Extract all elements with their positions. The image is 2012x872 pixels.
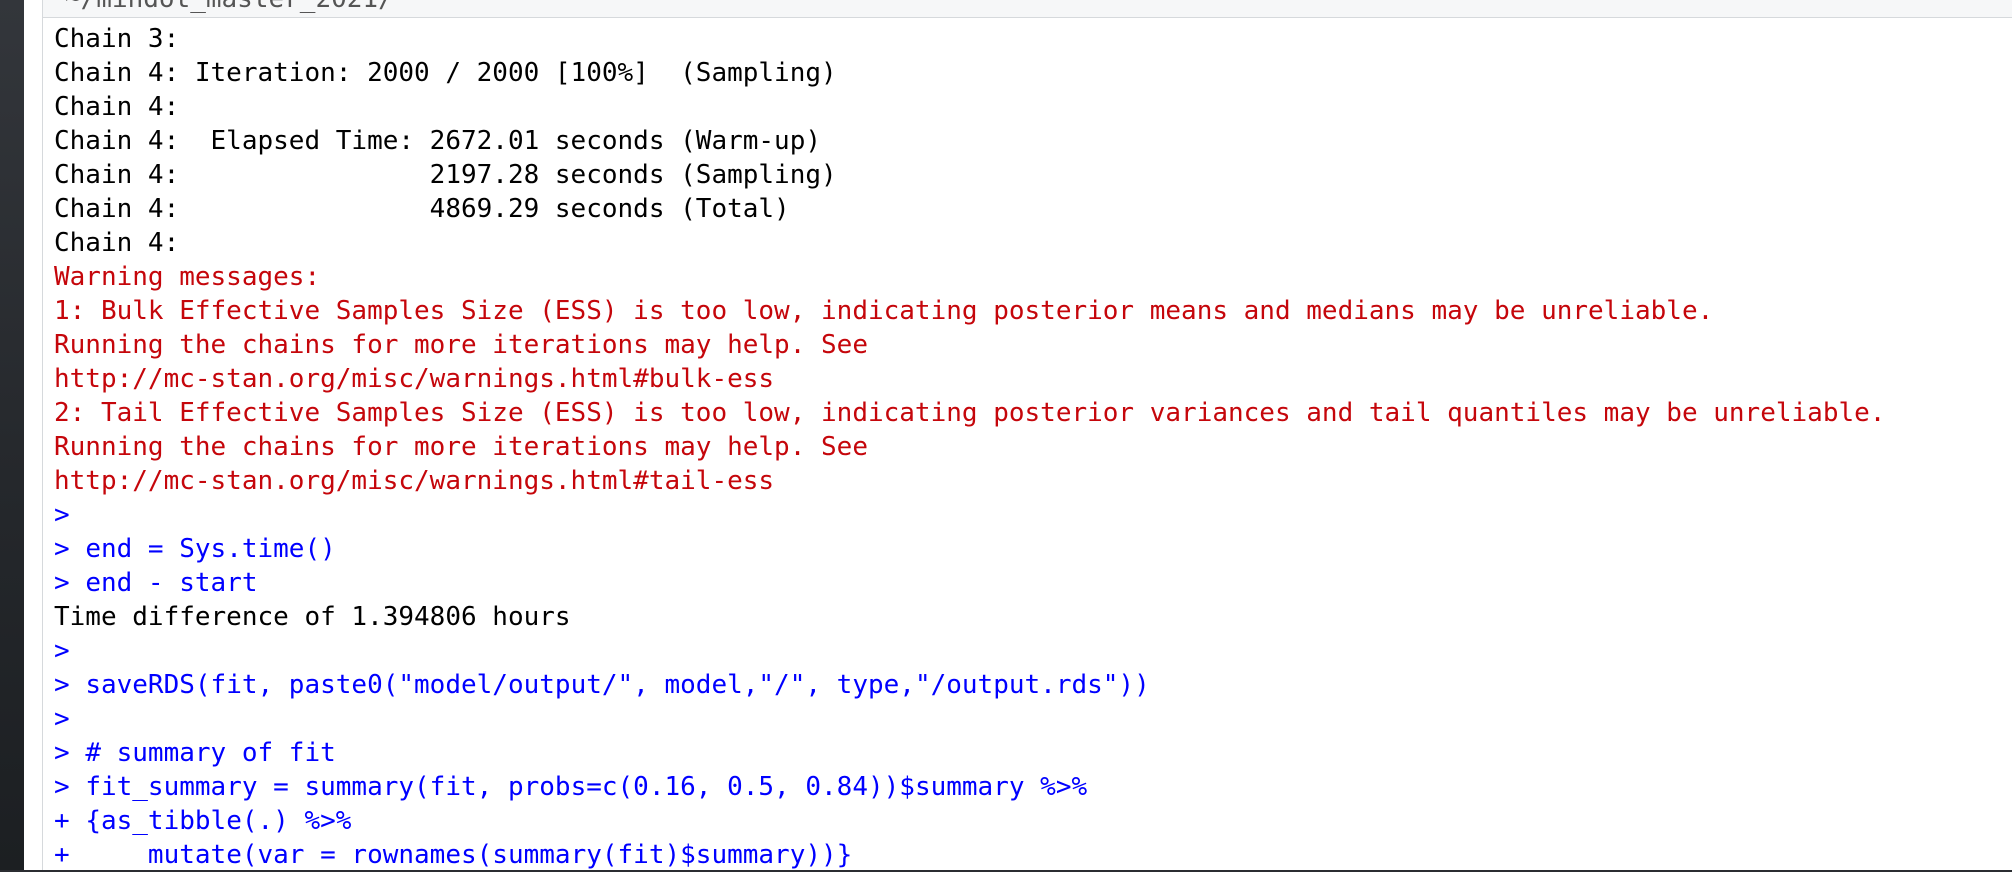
console-prompt: + [54,840,86,870]
console-warning-line: Running the chains for more iterations m… [54,330,868,360]
console-output-line: Chain 4: 4869.29 seconds (Total) [54,194,790,224]
console-output-line: Chain 4: Iteration: 2000 / 2000 [100%] (… [54,58,837,88]
console-input-line: + {as_tibble(.) %>% [54,804,2012,838]
console-input-line: > end - start [54,566,2012,600]
console-output-line: Time difference of 1.394806 hours [54,602,571,632]
console-prompt: > [54,568,86,598]
console-input-line: > end = Sys.time() [54,532,2012,566]
console-input-line: > fit_summary = summary(fit, probs=c(0.1… [54,770,2012,804]
console-input-text: mutate(var = rownames(summary(fit)$summa… [85,840,853,870]
console-input-line: > saveRDS(fit, paste0("model/output/", m… [54,668,2012,702]
console-warning-line: 2: Tail Effective Samples Size (ESS) is … [54,398,1886,428]
pane-border [42,0,43,870]
console-prompt: > [54,670,86,700]
console-input-line: + mutate(var = rownames(summary(fit)$sum… [54,838,2012,872]
console-output[interactable]: Chain 3: Chain 4: Iteration: 2000 / 2000… [54,22,2012,872]
console-input-line: > [54,702,2012,736]
console-working-directory[interactable]: ~/mindot_master_2021/ [65,0,394,14]
console-input-text: fit_summary = summary(fit, probs=c(0.16,… [85,772,1088,802]
console-output-line: Chain 4: Elapsed Time: 2672.01 seconds (… [54,126,822,156]
console-warning-line: http://mc-stan.org/misc/warnings.html#ta… [54,466,790,496]
console-input-text: saveRDS(fit, paste0("model/output/", mod… [85,670,1150,700]
console-output-line: Chain 3: [54,24,195,54]
console-input-line: > # summary of fit [54,736,2012,770]
console-input-line: > [54,498,2012,532]
console-warning-line: http://mc-stan.org/misc/warnings.html#bu… [54,364,790,394]
console-output-line: Chain 4: [54,228,195,258]
console-prompt: > [54,772,86,802]
console-input-text: end = Sys.time() [85,534,336,564]
console-output-line: Chain 4: [54,92,195,122]
goto-directory-arrow-icon[interactable]: ➡ [369,0,382,8]
console-prompt: > [54,534,86,564]
console-input-line: > [54,634,2012,668]
console-prompt: + [54,806,86,836]
console-input-text: end - start [85,568,258,598]
console-warning-line: Running the chains for more iterations m… [54,432,868,462]
console-input-text: {as_tibble(.) %>% [85,806,352,836]
desktop-background-strip [0,0,24,870]
console-pane[interactable]: ~/mindot_master_2021/ ➡ Chain 3: Chain 4… [24,0,2012,870]
console-prompt: > [54,704,70,734]
console-input-text: # summary of fit [85,738,336,768]
console-warning-line: 1: Bulk Effective Samples Size (ESS) is … [54,296,1714,326]
console-output-line: Chain 4: 2197.28 seconds (Sampling) [54,160,837,190]
console-prompt: > [54,738,86,768]
console-prompt: > [54,500,70,530]
console-warning-line: Warning messages: [54,262,321,292]
console-prompt: > [54,636,70,666]
console-header: ~/mindot_master_2021/ ➡ [43,0,2012,18]
